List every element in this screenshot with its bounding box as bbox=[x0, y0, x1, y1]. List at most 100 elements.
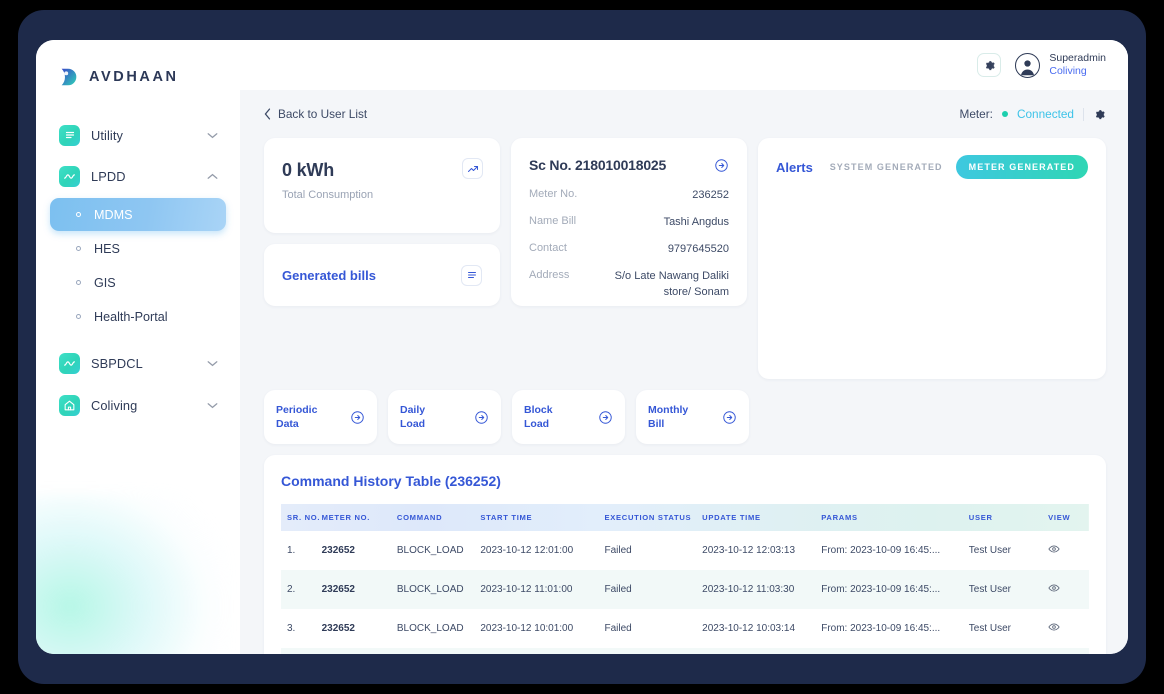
cell-command: BLOCK_LOAD bbox=[396, 584, 464, 595]
quick-card-block-load[interactable]: Block Load bbox=[512, 390, 625, 444]
tab-meter-generated[interactable]: METER GENERATED bbox=[955, 155, 1088, 179]
alerts-title: Alerts bbox=[776, 159, 813, 175]
cell-sr-no: 3. bbox=[287, 623, 296, 634]
generated-bills-list-button[interactable] bbox=[461, 264, 482, 286]
sidebar: AVDHAAN Utility LPDD MDMS HES GIS Health… bbox=[36, 40, 240, 654]
generated-bills-title: Generated bills bbox=[282, 267, 376, 283]
quick-card-line2: Load bbox=[400, 418, 426, 430]
chevron-down-icon bbox=[207, 360, 218, 366]
sc-detail-row: Meter No. 236252 bbox=[529, 188, 729, 204]
meter-settings-button[interactable] bbox=[1093, 108, 1106, 121]
quick-card-label: Block Load bbox=[524, 403, 553, 432]
quick-card-line1: Block bbox=[524, 403, 553, 416]
total-consumption-card: 0 kWh Total Consumption bbox=[264, 138, 500, 233]
arrow-right-circle-icon bbox=[723, 410, 736, 424]
view-row-button[interactable] bbox=[1048, 582, 1060, 597]
cell-meter-no: 232652 bbox=[316, 648, 391, 654]
consumption-label: Total Consumption bbox=[282, 189, 374, 201]
wave-line-icon bbox=[59, 165, 80, 187]
sidebar-item-lpdd[interactable]: LPDD bbox=[50, 157, 226, 195]
command-history-table-card: Command History Table (236252) SR. NO. M… bbox=[264, 455, 1106, 654]
cell-sr-no: 2. bbox=[287, 584, 296, 595]
cell-view bbox=[1042, 648, 1089, 654]
sc-detail-value: S/o Late Nawang Daliki store/ Sonam bbox=[614, 269, 729, 298]
cell-user: Test User bbox=[963, 648, 1042, 654]
quick-card-line1: Monthly bbox=[648, 403, 689, 416]
sc-detail-key: Meter No. bbox=[529, 188, 578, 200]
cell-meter-no: 232652 bbox=[321, 584, 355, 595]
back-link-label: Back to User List bbox=[278, 107, 368, 121]
quick-card-label: Periodic Data bbox=[276, 403, 317, 432]
user-menu[interactable]: Superadmin Coliving bbox=[1015, 52, 1106, 78]
back-to-user-list-link[interactable]: Back to User List bbox=[264, 107, 367, 121]
sidebar-item-gis[interactable]: GIS bbox=[50, 266, 226, 299]
eye-icon bbox=[1048, 545, 1060, 553]
cell-start-time: 2023-10-12 11:01:00 bbox=[480, 584, 573, 595]
sidebar-item-coliving[interactable]: Coliving bbox=[50, 386, 226, 424]
user-name: Superadmin bbox=[1049, 51, 1106, 64]
sidebar-subitem-label: HES bbox=[94, 241, 120, 256]
alerts-header: Alerts SYSTEM GENERATED METER GENERATED bbox=[776, 155, 1088, 179]
list-lines-icon bbox=[467, 272, 476, 278]
cell-user: Test User bbox=[968, 623, 1011, 634]
right-column: Alerts SYSTEM GENERATED METER GENERATED bbox=[758, 138, 1106, 379]
sc-detail-key: Name Bill bbox=[529, 214, 577, 227]
brand: AVDHAAN bbox=[36, 40, 240, 88]
cell-meter-no: 232652 bbox=[321, 545, 355, 556]
left-column: 0 kWh Total Consumption Generated bills bbox=[264, 138, 500, 379]
column-header-params: PARAMS bbox=[821, 513, 858, 522]
quick-links-row: Periodic Data Daily Load Block Load Mont… bbox=[264, 390, 1106, 444]
generated-bills-card[interactable]: Generated bills bbox=[264, 244, 500, 306]
tab-system-generated[interactable]: SYSTEM GENERATED bbox=[830, 162, 943, 172]
bullet-icon bbox=[76, 280, 81, 285]
meter-label: Meter: bbox=[959, 107, 993, 121]
quick-card-daily-load[interactable]: Daily Load bbox=[388, 390, 501, 444]
content: Back to User List Meter: Connected 0 kWh… bbox=[240, 90, 1128, 654]
sidebar-item-utility[interactable]: Utility bbox=[50, 116, 226, 154]
sidebar-item-label: Utility bbox=[91, 127, 123, 143]
view-row-button[interactable] bbox=[1048, 621, 1060, 636]
status-dot-icon bbox=[1001, 111, 1008, 117]
table-title: Command History Table (236252) bbox=[281, 473, 501, 489]
cell-update-time: 2023-10-12 10:03:14 bbox=[702, 623, 796, 634]
view-row-button[interactable] bbox=[1048, 543, 1060, 558]
sc-detail-row: Address S/o Late Nawang Daliki store/ So… bbox=[529, 269, 729, 301]
settings-button[interactable] bbox=[977, 53, 1002, 77]
sidebar-item-mdms[interactable]: MDMS bbox=[50, 198, 226, 231]
quick-card-periodic-data[interactable]: Periodic Data bbox=[264, 390, 377, 444]
home-icon bbox=[59, 394, 80, 416]
user-avatar-icon bbox=[1015, 52, 1041, 78]
column-header-execution-status: EXECUTION STATUS bbox=[604, 513, 692, 522]
eye-icon bbox=[1048, 623, 1060, 631]
sidebar-subitem-label: Health-Portal bbox=[94, 309, 168, 324]
cell-update-time: 2023-10-12 12:03:13 bbox=[702, 545, 796, 556]
bullet-icon bbox=[76, 246, 81, 251]
avdhaan-logo-icon bbox=[58, 66, 80, 88]
cell-execution-status: Failed bbox=[604, 584, 632, 595]
bullet-icon bbox=[76, 212, 81, 217]
table-row: 2. 232652 BLOCK_LOAD 2023-10-12 11:01:00… bbox=[281, 570, 1089, 609]
sc-details-button[interactable] bbox=[714, 158, 729, 173]
sc-detail-row: Contact 9797645520 bbox=[529, 242, 729, 258]
command-history-table: SR. NO. METER NO. COMMAND START TIME EXE… bbox=[281, 504, 1089, 654]
cell-view bbox=[1042, 609, 1089, 648]
middle-column: Sc No. 218010018025 Meter No. 236252 Nam… bbox=[511, 138, 747, 379]
divider bbox=[1083, 107, 1084, 121]
consumption-value: 0 kWh bbox=[282, 160, 335, 180]
cell-sr-no: 1. bbox=[287, 545, 296, 556]
sidebar-item-health-portal[interactable]: Health-Portal bbox=[50, 300, 226, 333]
table-body: 1. 232652 BLOCK_LOAD 2023-10-12 12:01:00… bbox=[281, 531, 1089, 654]
gear-icon bbox=[1095, 109, 1105, 119]
sidebar-item-sbpdcl[interactable]: SBPDCL bbox=[50, 344, 226, 382]
sidebar-item-hes[interactable]: HES bbox=[50, 232, 226, 265]
quick-card-monthly-bill[interactable]: Monthly Bill bbox=[636, 390, 749, 444]
column-header-view: VIEW bbox=[1048, 513, 1071, 522]
sc-detail-value: Tashi Angdus bbox=[663, 215, 729, 228]
bullet-icon bbox=[76, 314, 81, 319]
quick-card-label: Daily Load bbox=[400, 403, 425, 432]
sidebar-subitem-label: MDMS bbox=[94, 207, 133, 222]
cell-view bbox=[1042, 531, 1089, 570]
cell-start-time: 2023-10-12 10:01:00 bbox=[480, 623, 574, 634]
arrow-right-circle-icon bbox=[475, 410, 488, 424]
consumption-chart-button[interactable] bbox=[462, 158, 483, 179]
